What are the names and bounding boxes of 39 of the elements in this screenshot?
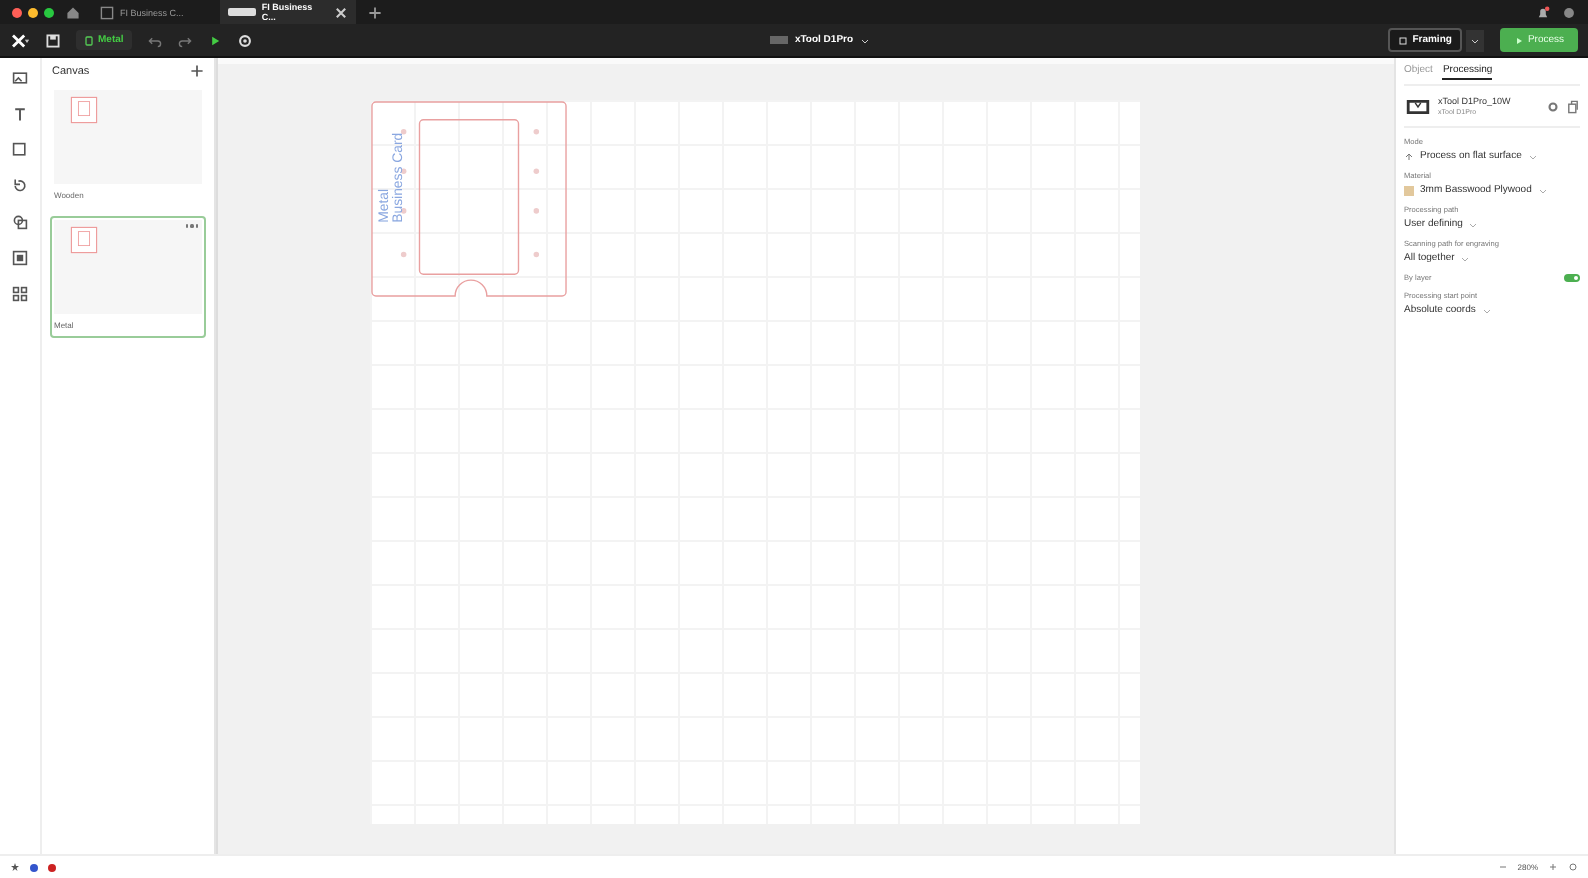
redo-icon[interactable] — [177, 33, 192, 47]
document-icon — [100, 5, 114, 19]
status-dot-icon[interactable] — [30, 863, 38, 871]
fit-view-icon[interactable] — [1568, 862, 1578, 872]
play-icon[interactable] — [207, 33, 222, 47]
add-icon[interactable] — [190, 64, 204, 78]
home-icon[interactable] — [66, 5, 80, 19]
close-window-button[interactable] — [12, 7, 22, 17]
canvas-thumbnail-icon — [70, 226, 98, 254]
material-icon — [84, 35, 94, 45]
layers-icon[interactable] — [12, 214, 28, 230]
app-menu-icon[interactable] — [10, 33, 30, 47]
user-icon[interactable] — [1562, 5, 1576, 19]
toggle-switch[interactable] — [1564, 274, 1580, 282]
bell-icon[interactable] — [1536, 5, 1550, 19]
play-icon — [1513, 35, 1524, 45]
image-icon[interactable] — [12, 70, 28, 86]
save-icon[interactable] — [46, 33, 60, 47]
copy-icon[interactable] — [1566, 99, 1580, 113]
apps-icon[interactable] — [12, 286, 28, 302]
laser-machine-icon — [1404, 97, 1432, 115]
star-icon[interactable] — [10, 862, 20, 872]
status-dot-icon[interactable] — [48, 863, 56, 871]
canvas-thumbnail-icon — [70, 96, 98, 124]
text-icon[interactable] — [12, 106, 28, 122]
material-swatch-icon — [1404, 185, 1414, 195]
settings-icon[interactable] — [1546, 99, 1560, 113]
rotate-icon[interactable] — [12, 178, 28, 194]
close-icon[interactable] — [334, 5, 348, 19]
camera-icon[interactable] — [237, 33, 252, 47]
upload-icon — [1404, 151, 1414, 161]
maximize-window-button[interactable] — [44, 7, 54, 17]
minimize-window-button[interactable] — [28, 7, 38, 17]
new-tab-icon[interactable] — [368, 5, 382, 19]
square-icon — [1398, 35, 1409, 45]
picture-frame-icon[interactable] — [12, 250, 28, 266]
shape-icon[interactable] — [12, 142, 28, 158]
zoom-in-icon[interactable] — [1548, 862, 1558, 872]
undo-icon[interactable] — [147, 33, 162, 47]
